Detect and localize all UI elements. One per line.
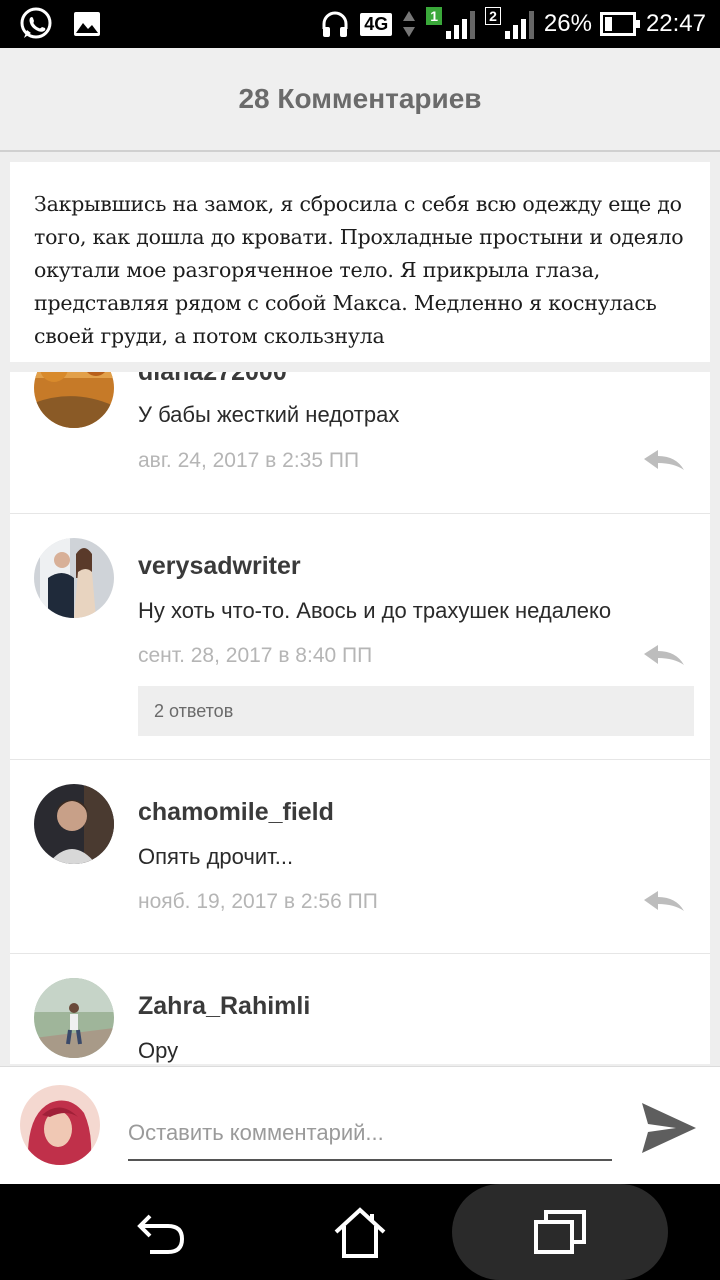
header: 28 Комментариев	[0, 48, 720, 152]
comment-username[interactable]: chamomile_field	[138, 798, 334, 827]
avatar[interactable]	[34, 372, 114, 428]
comment-item: verysadwriter Ну хоть что-то. Авось и до…	[10, 514, 710, 760]
page-title: 28 Комментариев	[238, 83, 482, 114]
comment-item: chamomile_field Опять дрочит... нояб. 19…	[10, 760, 710, 954]
screen: 4G 1 2 26% 22:47 28 Комментариев Закрывш…	[0, 0, 720, 1280]
network-type-badge: 4G	[360, 12, 393, 36]
comment-text: Ну хоть что-то. Авось и до трахушек неда…	[138, 598, 612, 623]
data-transfer-icon	[403, 11, 416, 37]
comment-username[interactable]: diana272000	[138, 372, 287, 387]
comment-text: Ору	[138, 1038, 179, 1063]
reply-arrow-icon[interactable]	[642, 643, 686, 669]
view-replies-button[interactable]: 2 ответов	[138, 686, 694, 736]
comment-item: Zahra_Rahimli Ору	[10, 954, 710, 1064]
recents-icon[interactable]	[530, 1202, 590, 1262]
signal-sim2-icon	[504, 9, 534, 39]
avatar[interactable]	[34, 784, 114, 864]
status-bar: 4G 1 2 26% 22:47	[0, 0, 720, 48]
send-icon[interactable]	[640, 1101, 698, 1155]
battery-percent: 26%	[543, 10, 592, 37]
comment-username[interactable]: verysadwriter	[138, 552, 301, 581]
comment-text: У бабы жесткий недотрах	[138, 402, 400, 427]
comment-date: нояб. 19, 2017 в 2:56 ПП	[138, 890, 378, 913]
signal-sim1-icon	[446, 9, 476, 39]
current-user-avatar[interactable]	[20, 1085, 100, 1165]
reply-arrow-icon[interactable]	[642, 889, 686, 915]
comment-date: авг. 24, 2017 в 2:35 ПП	[138, 449, 360, 472]
avatar[interactable]	[34, 978, 114, 1058]
sim2-badge: 2	[485, 7, 501, 25]
comment-input[interactable]	[128, 1107, 612, 1161]
comment-item: diana272000 У бабы жесткий недотрах авг.…	[10, 372, 710, 514]
comments-list[interactable]: diana272000 У бабы жесткий недотрах авг.…	[10, 372, 710, 1064]
reply-arrow-icon[interactable]	[642, 448, 686, 474]
headphones-icon	[322, 11, 348, 37]
story-excerpt: Закрывшись на замок, я сбросила с себя в…	[10, 162, 710, 362]
home-icon[interactable]	[330, 1202, 390, 1262]
system-nav-bar	[0, 1184, 720, 1280]
sim1-badge: 1	[426, 7, 443, 25]
back-icon[interactable]	[130, 1202, 190, 1262]
comment-text: Опять дрочит...	[138, 844, 294, 869]
excerpt-text: Закрывшись на замок, я сбросила с себя в…	[34, 192, 684, 348]
comment-username[interactable]: Zahra_Rahimli	[138, 992, 310, 1021]
whatsapp-icon	[20, 7, 52, 39]
avatar[interactable]	[34, 538, 114, 618]
battery-icon	[599, 12, 640, 36]
clock: 22:47	[645, 10, 706, 37]
comment-composer	[0, 1066, 720, 1184]
gallery-icon	[74, 12, 100, 36]
comment-date: сент. 28, 2017 в 8:40 ПП	[138, 644, 373, 667]
